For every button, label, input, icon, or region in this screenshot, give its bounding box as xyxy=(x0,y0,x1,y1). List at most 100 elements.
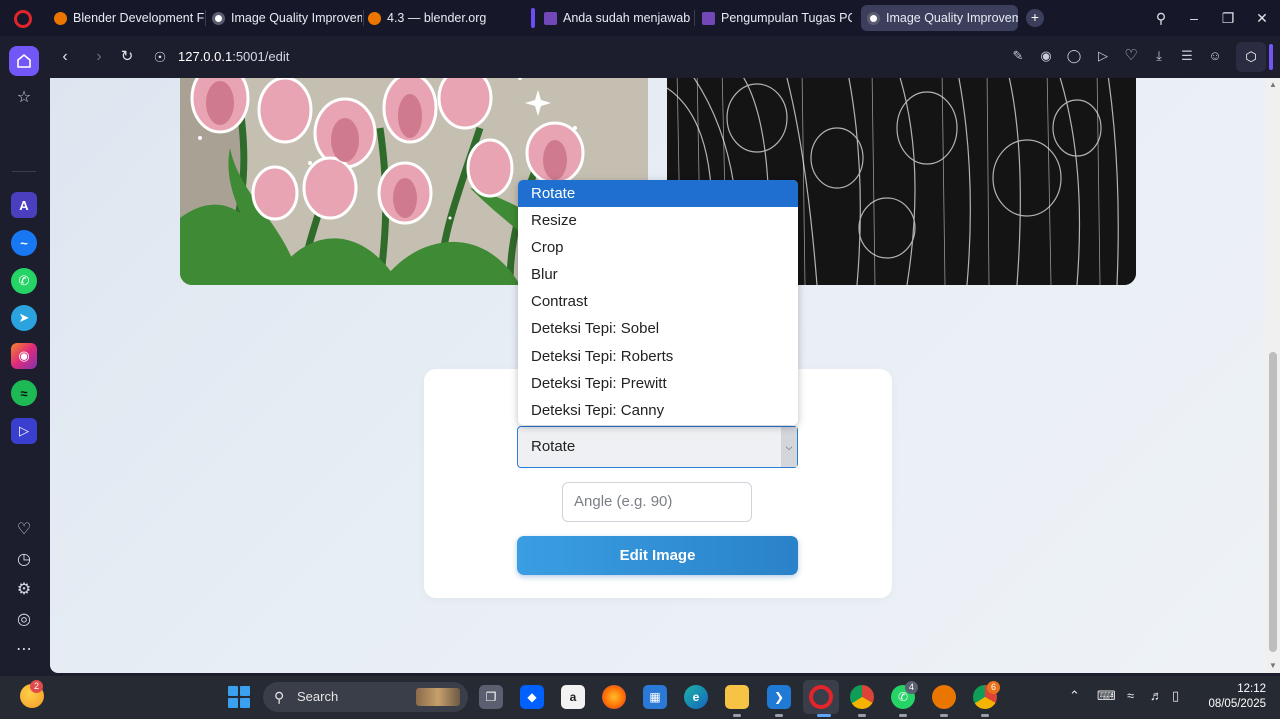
blender-icon[interactable] xyxy=(932,685,956,709)
tab-anda-sudah-menjawab[interactable]: Anda sudah menjawab xyxy=(538,5,694,31)
tab-bar: Blender Development Fun Image Quality Im… xyxy=(0,0,1280,36)
windows-start-icon[interactable] xyxy=(228,686,250,708)
sidebar-divider xyxy=(12,171,36,172)
menu-icon[interactable]: ☰ xyxy=(1178,47,1196,65)
dropdown-option[interactable]: Crop xyxy=(518,234,798,261)
player-icon[interactable]: ▷ xyxy=(11,418,37,444)
extensions-indicator xyxy=(1269,44,1273,70)
tab-image-quality-active[interactable]: Image Quality Improveme xyxy=(861,5,1018,31)
tab-pengumpulan-tugas[interactable]: Pengumpulan Tugas PCD xyxy=(696,5,852,31)
bookmarks-star-icon[interactable]: ☆ xyxy=(11,85,37,111)
tab-title: Image Quality Improveme xyxy=(231,11,362,25)
vscode-icon[interactable]: ❯ xyxy=(767,685,791,709)
scroll-up-icon[interactable]: ▲ xyxy=(1269,80,1277,89)
windows-taskbar: 2 ⚲ Search ❐ ◆ a ▦ e ❯ ✆ 4 6 ⌃ ⌨ ≈ ♬ ▯ 1… xyxy=(0,676,1280,719)
running-indicator xyxy=(817,714,831,717)
new-tab-plus-icon[interactable]: + xyxy=(1026,9,1044,27)
home-icon[interactable] xyxy=(9,46,39,76)
dropdown-option[interactable]: Deteksi Tepi: Roberts xyxy=(518,343,798,370)
telegram-icon[interactable]: ➤ xyxy=(11,305,37,331)
heart-icon[interactable]: ♡ xyxy=(11,517,37,543)
more-icon[interactable]: ⋯ xyxy=(11,637,37,663)
scrollbar-thumb[interactable] xyxy=(1269,352,1277,652)
edit-image-button[interactable]: Edit Image xyxy=(517,536,798,575)
url-field[interactable]: 127.0.0.1:5001/edit xyxy=(178,49,289,64)
dropbox-icon[interactable]: ◆ xyxy=(520,685,544,709)
scroll-down-icon[interactable]: ▼ xyxy=(1269,661,1277,670)
chrome-badge: 6 xyxy=(987,681,1000,694)
messenger-icon[interactable]: ~ xyxy=(11,230,37,256)
whatsapp-icon[interactable]: ✆ xyxy=(11,268,37,294)
dropdown-option[interactable]: Blur xyxy=(518,261,798,288)
keyboard-icon[interactable]: ⌨ xyxy=(1097,688,1116,704)
settings-gear-icon[interactable]: ⚙ xyxy=(11,577,37,603)
play-icon[interactable]: ▷ xyxy=(1094,47,1112,65)
task-view-icon[interactable]: ❐ xyxy=(479,685,503,709)
dropdown-option[interactable]: Contrast xyxy=(518,288,798,315)
dropdown-option[interactable]: Deteksi Tepi: Canny xyxy=(518,397,798,424)
wifi-icon[interactable]: ≈ xyxy=(1127,688,1134,703)
tab-group-indicator[interactable] xyxy=(531,8,535,28)
aria-icon[interactable]: A xyxy=(11,192,37,218)
amazon-icon[interactable]: a xyxy=(561,685,585,709)
chrome-icon[interactable] xyxy=(850,685,874,709)
weather-badge: 2 xyxy=(30,680,43,693)
edge-icon[interactable]: e xyxy=(684,685,708,709)
dropdown-option[interactable]: Deteksi Tepi: Prewitt xyxy=(518,370,798,397)
volume-icon[interactable]: ♬ xyxy=(1150,688,1163,703)
dropdown-option[interactable]: Deteksi Tepi: Sobel xyxy=(518,315,798,342)
tray-chevron-up-icon[interactable]: ⌃ xyxy=(1069,688,1080,704)
operation-dropdown-list: Rotate Resize Crop Blur Contrast Deteksi… xyxy=(518,180,798,425)
running-indicator xyxy=(733,714,741,717)
operation-select[interactable]: Rotate ⌵ xyxy=(517,426,798,468)
angle-input-placeholder: Angle (e.g. 90) xyxy=(574,493,673,510)
page-scrollbar[interactable]: ▲ ▼ xyxy=(1266,78,1280,673)
microsoft-store-icon[interactable]: ▦ xyxy=(643,685,667,709)
minimize-icon[interactable]: – xyxy=(1182,6,1206,30)
page-viewport: Rotate ⌵ Angle (e.g. 90) Edit Image Rota… xyxy=(50,78,1266,673)
opera-logo-icon[interactable] xyxy=(14,10,32,28)
file-explorer-icon[interactable] xyxy=(725,685,749,709)
search-icon: ⚲ xyxy=(274,689,285,705)
angle-input[interactable]: Angle (e.g. 90) xyxy=(562,482,752,522)
back-icon[interactable]: ‹ xyxy=(54,46,76,68)
account-icon[interactable]: ☺ xyxy=(1206,47,1224,65)
globe-icon xyxy=(212,11,225,25)
taskbar-search[interactable]: ⚲ Search xyxy=(263,682,468,712)
forward-icon[interactable]: › xyxy=(88,46,110,68)
close-icon[interactable]: ✕ xyxy=(1250,6,1274,30)
tab-image-quality-1[interactable]: Image Quality Improveme xyxy=(206,5,362,31)
operation-select-value: Rotate xyxy=(531,438,576,455)
globe-icon xyxy=(867,11,880,25)
camera-icon[interactable]: ◉ xyxy=(1037,47,1055,65)
spotify-icon[interactable]: ≈ xyxy=(11,380,37,406)
heart-icon[interactable]: ♡ xyxy=(1122,47,1140,65)
running-indicator xyxy=(940,714,948,717)
tab-title: Image Quality Improveme xyxy=(886,11,1018,25)
reload-icon[interactable]: ↻ xyxy=(116,46,138,68)
dropdown-option[interactable]: Rotate xyxy=(518,180,798,208)
history-clock-icon[interactable]: ◷ xyxy=(11,547,37,573)
tips-bulb-icon[interactable]: ◎ xyxy=(11,607,37,633)
tab-blender-org[interactable]: 4.3 — blender.org xyxy=(362,5,518,31)
restore-icon[interactable]: ❐ xyxy=(1216,6,1240,30)
instagram-icon[interactable]: ◉ xyxy=(11,343,37,369)
url-path: :5001/edit xyxy=(232,49,290,64)
edit-icon[interactable]: ✎ xyxy=(1009,47,1027,65)
tab-title: Pengumpulan Tugas PCD xyxy=(721,11,852,25)
shield-icon[interactable]: ◯ xyxy=(1065,47,1083,65)
tab-title: Anda sudah menjawab xyxy=(563,11,691,25)
tab-divider xyxy=(694,10,695,26)
tab-blender-dev-fund[interactable]: Blender Development Fun xyxy=(48,5,204,31)
address-bar: ‹ › ↻ ☉ 127.0.0.1:5001/edit ✎ ◉ ◯ ▷ ♡ ⤓ … xyxy=(48,36,1280,78)
running-indicator xyxy=(981,714,989,717)
firefox-icon[interactable] xyxy=(602,685,626,709)
battery-icon[interactable]: ▯ xyxy=(1172,688,1179,704)
download-icon[interactable]: ⤓ xyxy=(1150,47,1168,65)
system-clock[interactable]: 12:12 08/05/2025 xyxy=(1196,682,1266,712)
extensions-cube-icon[interactable]: ⬡ xyxy=(1236,42,1266,72)
dropdown-option[interactable]: Resize xyxy=(518,207,798,234)
opera-icon[interactable] xyxy=(809,685,833,709)
site-info-globe-icon[interactable]: ☉ xyxy=(149,46,171,68)
search-tabs-icon[interactable]: ⚲ xyxy=(1149,6,1173,30)
